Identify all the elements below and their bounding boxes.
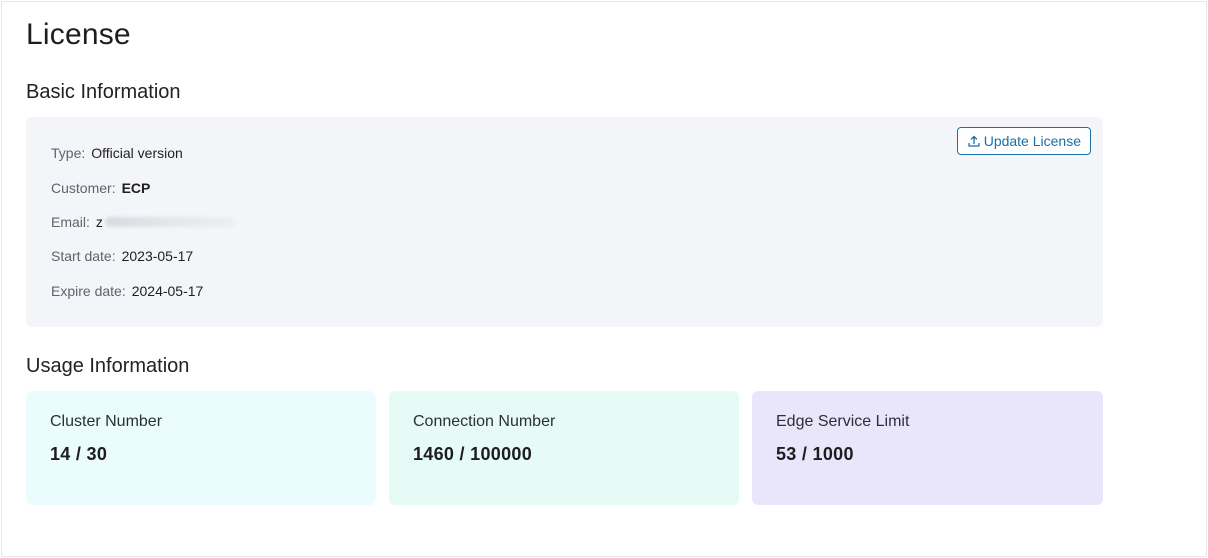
edge-service-limit-value: 53 / 1000 — [776, 444, 854, 464]
edge-service-limit-label: Edge Service Limit — [776, 413, 910, 430]
basic-information-card: Update License Type : Official version C… — [26, 117, 1103, 327]
email-redaction-blur — [104, 217, 235, 227]
start-date-separator: : — [111, 248, 116, 264]
cluster-number-value: 14 / 30 — [50, 444, 108, 464]
page-title: License — [26, 18, 131, 51]
type-separator: : — [81, 145, 86, 161]
start-date-label: Start date — [51, 248, 112, 264]
info-row-customer: Customer : ECP — [51, 180, 150, 196]
update-license-button[interactable]: Update License — [956, 127, 1091, 155]
upload-icon — [967, 134, 981, 148]
info-row-email: Email : z — [51, 214, 235, 230]
basic-information-heading: Basic Information — [26, 81, 181, 103]
customer-separator: : — [111, 180, 116, 196]
edge-service-limit-card: Edge Service Limit 53 / 1000 — [752, 391, 1103, 505]
usage-information-heading: Usage Information — [26, 355, 190, 377]
type-label: Type — [51, 145, 82, 161]
expire-date-value: 2024-05-17 — [131, 283, 204, 299]
info-row-type: Type : Official version — [51, 145, 183, 161]
connection-number-card: Connection Number 1460 / 100000 — [389, 391, 739, 505]
expire-date-label: Expire date — [51, 283, 122, 299]
info-row-start-date: Start date : 2023-05-17 — [51, 248, 193, 264]
cluster-number-card: Cluster Number 14 / 30 — [26, 391, 376, 505]
connection-number-label: Connection Number — [413, 413, 556, 430]
type-value: Official version — [91, 145, 183, 161]
customer-label: Customer — [51, 180, 112, 196]
cluster-number-label: Cluster Number — [50, 413, 163, 430]
connection-number-value: 1460 / 100000 — [413, 444, 533, 464]
start-date-value: 2023-05-17 — [121, 248, 194, 264]
email-separator: : — [86, 214, 90, 230]
email-label: Email — [51, 214, 87, 230]
customer-value: ECP — [121, 180, 151, 196]
expire-date-separator: : — [121, 283, 126, 299]
license-page-frame: License Basic Information Update License… — [1, 1, 1207, 557]
info-row-expire-date: Expire date : 2024-05-17 — [51, 283, 203, 299]
update-license-label: Update License — [983, 133, 1081, 149]
email-value: z — [95, 214, 103, 230]
